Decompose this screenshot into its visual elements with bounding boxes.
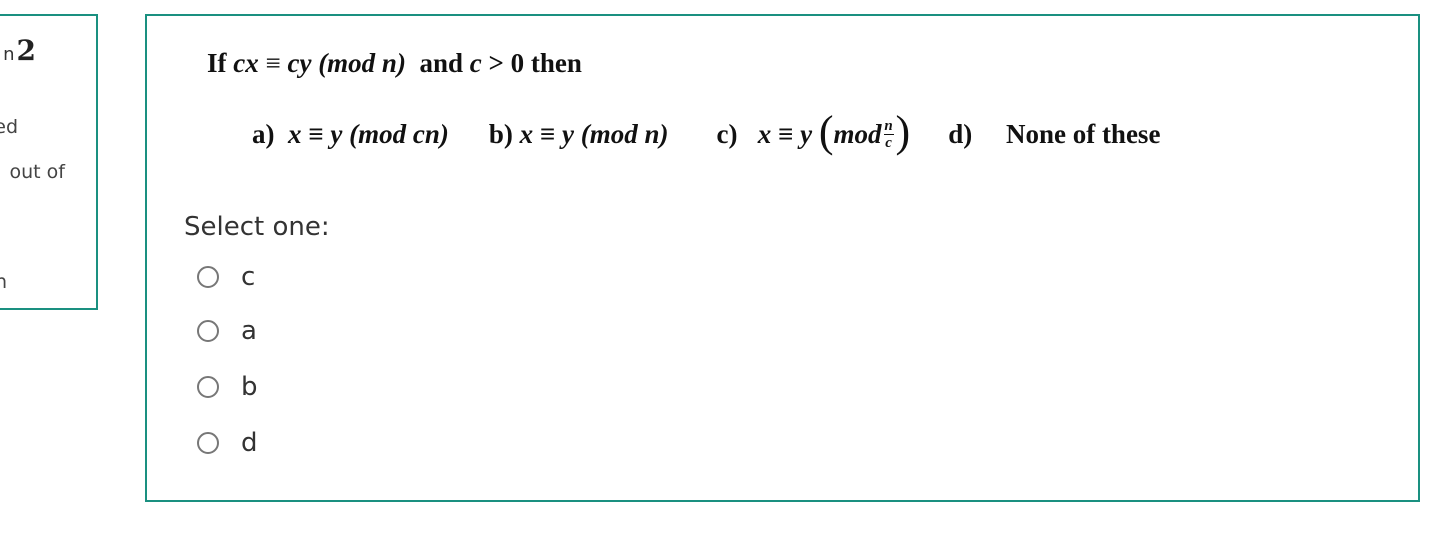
stem-lhs: cx	[233, 48, 259, 78]
question-content-panel: If cx ≡ cy (mod n) and c > 0 then a) x ≡…	[145, 14, 1420, 502]
stem-and: and	[405, 48, 470, 78]
question-number-heading: n2	[3, 34, 36, 67]
choice-d-text: d) None of these	[948, 119, 1160, 150]
marks-text: out of	[9, 161, 65, 183]
question-choices-text: a) x ≡ y (mod cn) b) x ≡ y (mod n) c) x …	[252, 107, 1160, 156]
fraction-denominator: c	[885, 134, 892, 151]
question-info-panel: n2 ed out of n	[0, 14, 98, 310]
radio-button[interactable]	[197, 320, 219, 342]
choice-c-text: c) x ≡ y (mod n c)	[716, 107, 911, 156]
choice-c-label: c)	[716, 118, 738, 149]
question-stem: If cx ≡ cy (mod n) and c > 0 then	[207, 48, 582, 79]
fraction-numerator: n	[884, 117, 893, 134]
choice-c-mod: mod	[833, 118, 882, 149]
answer-label[interactable]: d	[241, 428, 258, 458]
question-heading-text: n	[3, 44, 15, 65]
radio-button[interactable]	[197, 432, 219, 454]
flag-text[interactable]: n	[0, 271, 7, 293]
answer-label[interactable]: a	[241, 316, 257, 346]
stem-if: If	[207, 48, 234, 78]
answer-label[interactable]: b	[241, 372, 258, 402]
choice-d-label: d)	[948, 118, 973, 149]
answer-option-a[interactable]: a	[197, 316, 257, 346]
choice-a-expr: x ≡ y (mod cn)	[288, 118, 449, 149]
choice-b-text: b) x ≡ y (mod n)	[489, 119, 669, 150]
select-one-prompt: Select one:	[184, 212, 330, 242]
fraction-n-over-c: nc	[883, 117, 894, 151]
choice-a-label: a)	[252, 118, 275, 149]
stem-cond-var: c	[469, 48, 482, 78]
question-number: 2	[16, 34, 36, 67]
stem-equiv: ≡	[258, 48, 288, 78]
choice-b-label: b)	[488, 118, 513, 149]
answer-option-c[interactable]: c	[197, 262, 255, 292]
choice-d-expr: None of these	[1005, 118, 1161, 149]
radio-button[interactable]	[197, 266, 219, 288]
choice-b-expr: x ≡ y (mod n)	[519, 118, 669, 149]
answer-label[interactable]: c	[241, 262, 255, 292]
choice-c-expr: x ≡ y	[757, 118, 819, 149]
choice-a-text: a) x ≡ y (mod cn)	[252, 119, 449, 150]
answer-option-d[interactable]: d	[197, 428, 258, 458]
stem-rhs: cy	[287, 48, 312, 78]
left-paren: (	[818, 107, 834, 156]
stem-mod: (mod n)	[311, 48, 406, 78]
status-text: ed	[0, 116, 18, 138]
radio-button[interactable]	[197, 376, 219, 398]
stem-cond: > 0 then	[481, 48, 582, 78]
right-paren: )	[895, 107, 911, 156]
answer-option-b[interactable]: b	[197, 372, 258, 402]
